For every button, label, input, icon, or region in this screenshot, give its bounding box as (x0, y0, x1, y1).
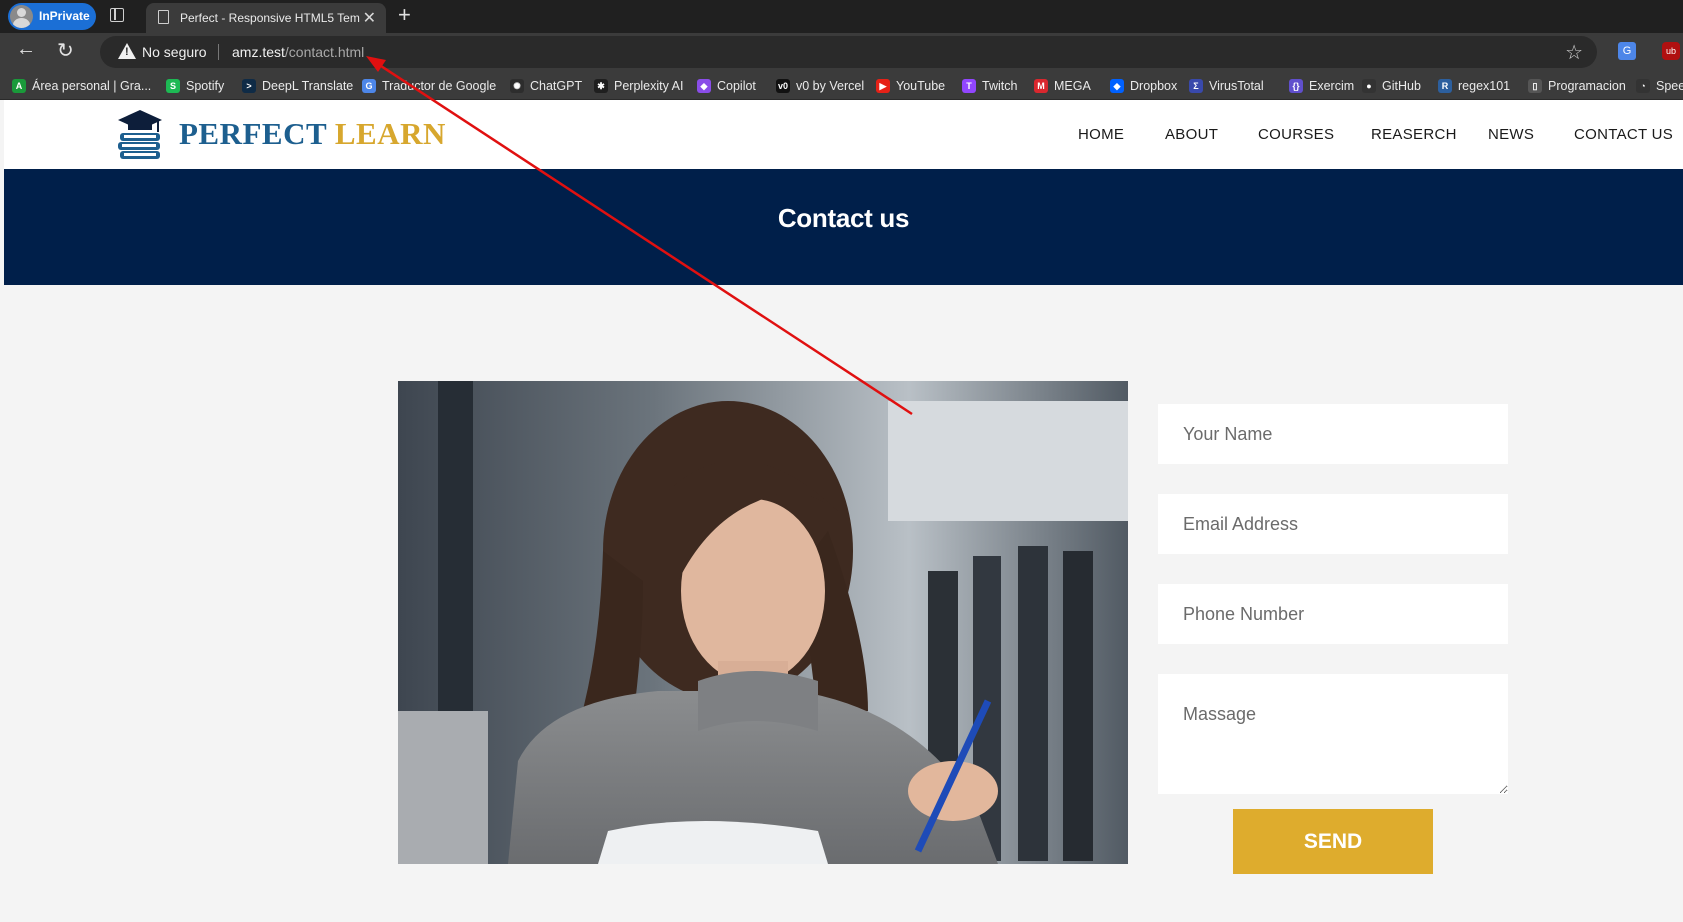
new-tab-icon[interactable]: + (398, 2, 411, 28)
bookmark-label: Área personal | Gra... (32, 79, 152, 93)
message-textarea[interactable] (1158, 674, 1508, 794)
bookmark-item[interactable]: ● GitHub (1362, 76, 1421, 96)
bookmark-item[interactable]: Rregex101 (1438, 76, 1510, 96)
bookmark-favicon-icon: ● (1362, 79, 1376, 93)
phone-input[interactable] (1158, 584, 1508, 644)
bookmark-label: Exercim (1309, 79, 1355, 93)
bookmark-item[interactable]: ▯ Programacion (1528, 76, 1626, 96)
tab-actions-icon[interactable] (110, 8, 124, 22)
bookmark-favicon-icon: T (962, 79, 976, 93)
tab-title: Perfect - Responsive HTML5 Temp (180, 11, 360, 25)
url-path: /contact.html (284, 44, 365, 60)
bookmark-favicon-icon: ◔ (1636, 79, 1650, 93)
close-tab-icon[interactable]: ✕ (363, 8, 376, 28)
bookmark-label: Copilot (717, 79, 756, 93)
bookmark-item[interactable]: ◔ Spee (1636, 76, 1683, 96)
logo-word-1: PERFECT (179, 116, 327, 151)
bookmark-favicon-icon: > (242, 79, 256, 93)
nav-news[interactable]: NEWS (1488, 126, 1534, 143)
site-logo-text[interactable]: PERFECT LEARN (179, 116, 446, 152)
page-title: Contact us (777, 203, 910, 233)
bookmark-favicon-icon: ◆ (1110, 79, 1124, 93)
bookmark-item[interactable]: ✺ ChatGPT (510, 76, 582, 96)
bookmark-label: regex101 (1458, 79, 1511, 93)
address-separator (218, 44, 219, 60)
student-writing-photo (398, 381, 1128, 864)
nav-home[interactable]: HOME (1078, 126, 1124, 143)
nav-courses[interactable]: COURSES (1258, 126, 1334, 143)
bookmark-item[interactable]: ▶ YouTube (876, 76, 945, 96)
bookmark-favicon-icon: ✺ (510, 79, 524, 93)
bookmark-item[interactable]: M MEGA (1034, 76, 1091, 96)
bookmark-label: VirusTotal (1209, 79, 1264, 93)
bookmark-label: DeepL Translate (262, 79, 354, 93)
bookmark-item[interactable]: {} Exercim (1289, 76, 1354, 96)
url-text[interactable]: amz.test/contact.html (232, 44, 364, 60)
bookmark-label: YouTube (896, 79, 946, 93)
nav-contact-us[interactable]: CONTACT US (1574, 126, 1673, 143)
bookmark-favicon-icon: ▶ (876, 79, 890, 93)
bookmark-favicon-icon: Σ (1189, 79, 1203, 93)
logo-word-2: LEARN (334, 116, 446, 151)
name-input[interactable] (1158, 404, 1508, 464)
favorite-star-icon[interactable]: ☆ (1565, 40, 1583, 65)
bookmark-item[interactable]: > DeepL Translate (242, 76, 353, 96)
bookmark-favicon-icon: R (1438, 79, 1452, 93)
bookmark-item[interactable]: ◆ Copilot (697, 76, 756, 96)
inprivate-profile-button[interactable]: InPrivate (8, 3, 96, 30)
bookmarks-bar: A Área personal | Gra... S Spotify > DeepL Tr… (0, 71, 1683, 100)
bookmark-item[interactable]: A Área personal | Gra... (12, 76, 151, 96)
bookmark-item[interactable]: ✱ Perplexity AI (594, 76, 683, 96)
browser-tab-active[interactable]: Perfect - Responsive HTML5 Temp ✕ (146, 3, 386, 33)
bookmark-label: Dropbox (1130, 79, 1178, 93)
bookmark-label: Spee (1656, 79, 1683, 93)
site-header: PERFECT LEARN HOME ABOUT COURSES REASERC… (4, 100, 1683, 169)
bookmark-label: Spotify (186, 79, 225, 93)
bookmark-label: Perplexity AI (614, 79, 684, 93)
bookmark-item[interactable]: G Traductor de Google (362, 76, 496, 96)
bookmark-favicon-icon: ◆ (697, 79, 711, 93)
books-graduation-cap-icon[interactable] (114, 108, 166, 160)
bookmark-label: v0 by Vercel (796, 79, 865, 93)
address-bar[interactable]: No seguro amz.test/contact.html ☆ (100, 36, 1597, 68)
bookmark-label: Programacion (1548, 79, 1626, 93)
warning-icon (118, 43, 136, 59)
bookmark-favicon-icon: ✱ (594, 79, 608, 93)
bookmark-label: Twitch (982, 79, 1018, 93)
send-button[interactable]: SEND (1233, 809, 1433, 874)
bookmark-label: Traductor de Google (382, 79, 497, 93)
back-icon[interactable]: ← (16, 38, 36, 61)
bookmark-favicon-icon: A (12, 79, 26, 93)
profile-label: InPrivate (39, 9, 90, 23)
bookmark-favicon-icon: ▯ (1528, 79, 1542, 93)
nav-research[interactable]: REASERCH (1371, 126, 1457, 143)
bookmark-item[interactable]: S Spotify (166, 76, 224, 96)
bookmark-item[interactable]: v0 v0 by Vercel (776, 76, 864, 96)
page-icon (158, 10, 169, 24)
page-banner: Contact us (4, 169, 1683, 285)
reload-icon[interactable]: ↻ (57, 38, 74, 63)
browser-tab-bar: InPrivate Perfect - Responsive HTML5 Tem… (0, 0, 1683, 33)
bookmark-favicon-icon: S (166, 79, 180, 93)
url-host: amz.test (232, 44, 285, 60)
bookmark-item[interactable]: Σ VirusTotal (1189, 76, 1264, 96)
bookmark-item[interactable]: T Twitch (962, 76, 1017, 96)
browser-toolbar: ← ↻ No seguro amz.test/contact.html ☆ G … (0, 33, 1683, 71)
translate-extension-icon[interactable]: G (1618, 42, 1636, 60)
bookmark-favicon-icon: G (362, 79, 376, 93)
bookmark-item[interactable]: ◆ Dropbox (1110, 76, 1177, 96)
profile-avatar-icon (10, 5, 33, 28)
bookmark-label: GitHub (1382, 79, 1421, 93)
bookmark-label: MEGA (1054, 79, 1091, 93)
bookmark-favicon-icon: {} (1289, 79, 1303, 93)
ublock-extension-icon[interactable]: ub (1662, 42, 1680, 60)
bookmark-favicon-icon: M (1034, 79, 1048, 93)
nav-about[interactable]: ABOUT (1165, 126, 1218, 143)
bookmark-favicon-icon: v0 (776, 79, 790, 93)
bookmark-label: ChatGPT (530, 79, 583, 93)
email-input[interactable] (1158, 494, 1508, 554)
security-status[interactable]: No seguro (142, 44, 207, 60)
